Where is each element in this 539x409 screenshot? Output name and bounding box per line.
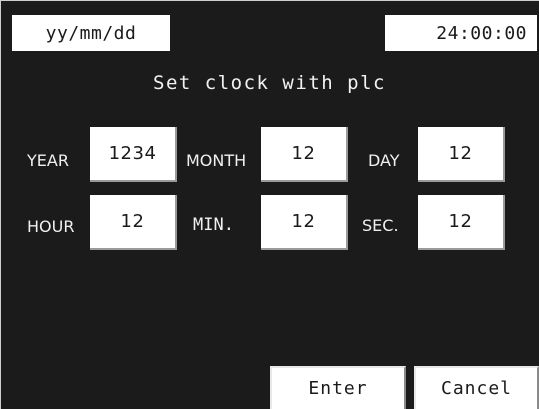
second-input[interactable]: 12	[418, 195, 505, 250]
minute-input[interactable]: 12	[261, 195, 348, 250]
month-input[interactable]: 12	[261, 127, 348, 182]
hour-input[interactable]: 12	[90, 195, 177, 250]
minute-label: MIN.	[193, 215, 234, 235]
day-label: DAY	[368, 151, 400, 170]
day-input[interactable]: 12	[418, 127, 505, 182]
year-label: YEAR	[27, 151, 69, 170]
page-title: Set clock with plc	[153, 72, 386, 94]
enter-button[interactable]: Enter	[270, 366, 406, 409]
time-display: 24:00:00	[385, 15, 537, 51]
date-format-display: yy/mm/dd	[12, 15, 170, 51]
month-label: MONTH	[186, 151, 247, 170]
cancel-button[interactable]: Cancel	[414, 366, 539, 409]
second-label: SEC.	[362, 216, 399, 235]
clock-setting-screen: yy/mm/dd 24:00:00 Set clock with plc YEA…	[0, 0, 539, 409]
hour-label: HOUR	[27, 217, 75, 236]
year-input[interactable]: 1234	[90, 127, 177, 182]
